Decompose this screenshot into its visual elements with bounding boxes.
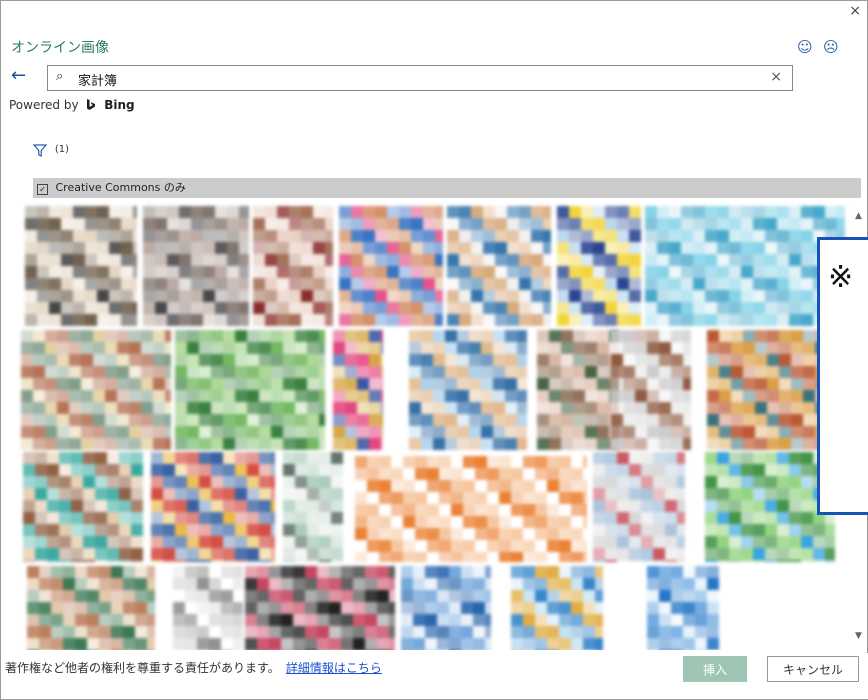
result-image-10[interactable] xyxy=(333,330,383,450)
result-image-11[interactable] xyxy=(409,330,527,450)
online-pictures-dialog: × オンライン画像 ☺ ☹ ← ⌕ 家計簿 × Powered by Bing … xyxy=(0,0,868,700)
search-input[interactable]: ⌕ 家計簿 × xyxy=(47,65,793,91)
cancel-button[interactable]: キャンセル xyxy=(767,656,859,682)
bing-logo-icon xyxy=(87,99,96,110)
result-image-12[interactable] xyxy=(537,330,619,450)
more-info-link[interactable]: 詳細情報はこちら xyxy=(286,661,382,675)
search-icon: ⌕ xyxy=(56,69,64,84)
result-image-1[interactable] xyxy=(25,206,137,326)
copyright-notice: 著作権など他者の権利を尊重する責任があります。 詳細情報はこちら xyxy=(5,659,382,676)
scroll-up-icon[interactable]: ▲ xyxy=(855,211,862,221)
result-image-23[interactable] xyxy=(245,566,395,650)
dialog-title: オンライン画像 xyxy=(11,40,109,56)
bing-brand: Bing xyxy=(104,98,135,112)
search-query[interactable]: 家計簿 xyxy=(78,70,117,89)
creative-commons-checkbox[interactable]: ✓ xyxy=(37,184,48,195)
result-image-24[interactable] xyxy=(401,566,491,650)
result-image-9[interactable] xyxy=(175,330,325,450)
result-image-19[interactable] xyxy=(593,452,685,562)
insert-button[interactable]: 挿入 xyxy=(683,656,747,682)
filter-funnel-icon xyxy=(32,144,48,157)
result-image-15[interactable] xyxy=(23,452,143,562)
filter-toggle[interactable]: (1) xyxy=(32,144,69,160)
powered-by-text: Powered by xyxy=(9,98,79,112)
frown-feedback-icon[interactable]: ☹ xyxy=(823,39,839,55)
scroll-down-icon[interactable]: ▼ xyxy=(855,631,862,641)
result-image-21[interactable] xyxy=(27,566,155,650)
smile-feedback-icon[interactable]: ☺ xyxy=(797,39,813,55)
result-image-8[interactable] xyxy=(21,330,171,450)
result-image-4[interactable] xyxy=(339,206,443,326)
filter-count: (1) xyxy=(54,144,69,155)
creative-commons-label: Creative Commons のみ xyxy=(55,181,186,194)
powered-by: Powered by Bing xyxy=(9,98,135,112)
result-image-25[interactable] xyxy=(511,566,603,650)
result-image-2[interactable] xyxy=(143,206,249,326)
close-icon[interactable]: × xyxy=(849,3,861,19)
creative-commons-filter[interactable]: ✓ Creative Commons のみ xyxy=(33,178,861,198)
annotation-callout-box: ※ xyxy=(817,237,868,515)
clear-search-icon[interactable]: × xyxy=(770,69,782,85)
result-image-22[interactable] xyxy=(173,566,243,650)
result-image-16[interactable] xyxy=(151,452,275,562)
result-image-3[interactable] xyxy=(253,206,333,326)
result-image-6[interactable] xyxy=(557,206,641,326)
result-image-13[interactable] xyxy=(611,330,691,450)
result-image-5[interactable] xyxy=(447,206,551,326)
back-arrow-icon[interactable]: ← xyxy=(11,65,26,87)
result-image-7[interactable] xyxy=(645,206,845,326)
result-image-18[interactable] xyxy=(355,456,587,562)
result-image-17[interactable] xyxy=(283,452,343,562)
result-image-20[interactable] xyxy=(705,452,835,562)
reference-mark: ※ xyxy=(828,260,854,295)
copyright-notice-text: 著作権など他者の権利を尊重する責任があります。 xyxy=(5,661,280,675)
result-image-26[interactable] xyxy=(647,566,719,650)
image-results-grid xyxy=(15,200,859,650)
dialog-footer: 著作権など他者の権利を尊重する責任があります。 詳細情報はこちら 挿入 キャンセル xyxy=(1,653,868,699)
